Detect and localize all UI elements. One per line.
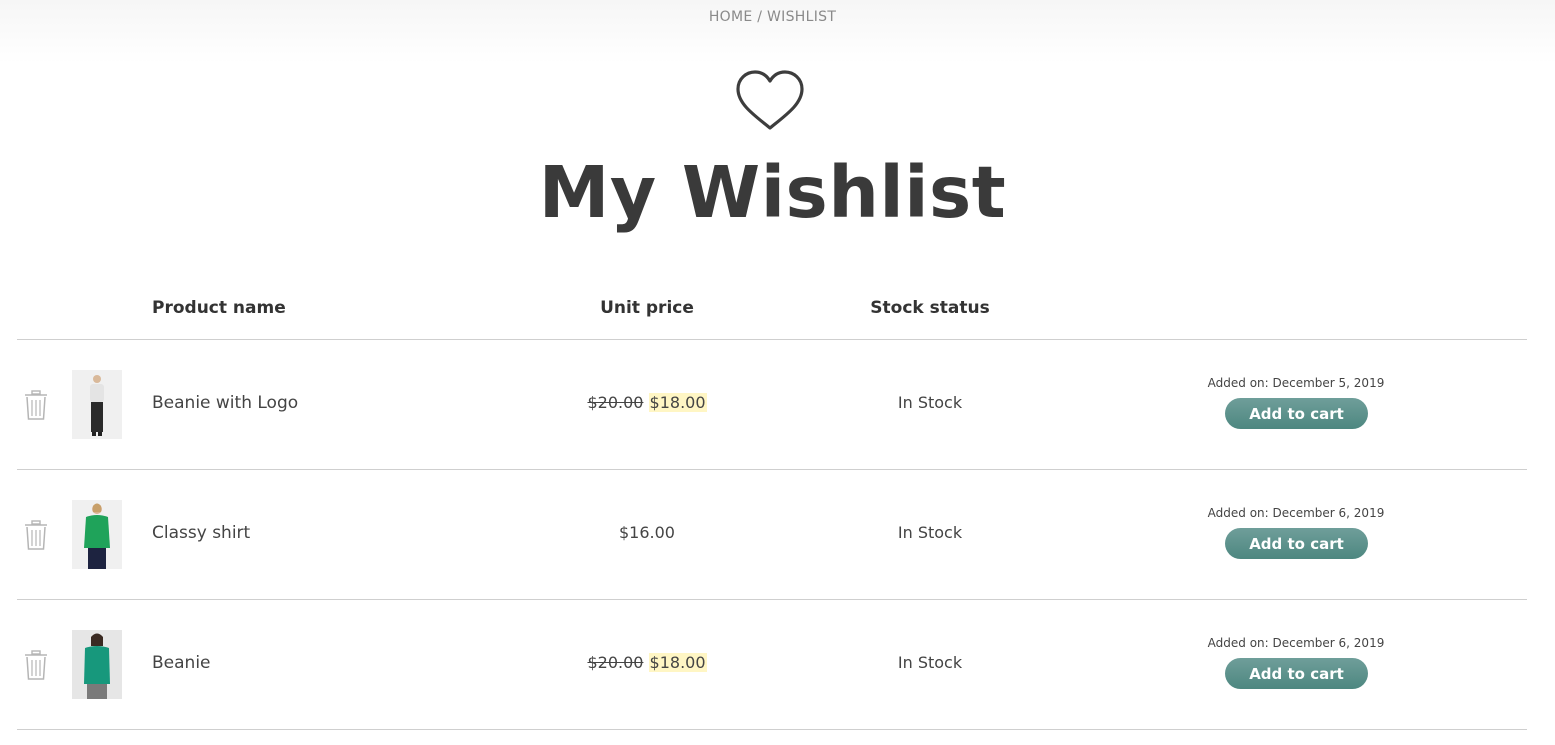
- added-date: Added on: December 5, 2019: [1207, 376, 1385, 390]
- breadcrumb-separator: /: [752, 9, 768, 25]
- product-name-link[interactable]: Classy shirt: [152, 523, 250, 543]
- table-divider: [17, 729, 1527, 730]
- unit-price: $20.00 $18.00: [547, 393, 747, 412]
- breadcrumb: HOME / WISHLIST: [0, 9, 1545, 25]
- table-row: Beanie with Logo $20.00 $18.00 In Stock …: [0, 340, 1555, 470]
- unit-price: $20.00 $18.00: [547, 653, 747, 672]
- product-name-link[interactable]: Beanie with Logo: [152, 393, 298, 413]
- sale-price: $18.00: [648, 393, 707, 412]
- unit-price: $16.00: [547, 523, 747, 542]
- page-title: My Wishlist: [538, 151, 1007, 234]
- product-thumbnail[interactable]: [72, 630, 122, 699]
- stock-status: In Stock: [897, 653, 963, 672]
- table-row: Classy shirt $16.00 In Stock Added on: D…: [0, 470, 1555, 600]
- added-date: Added on: December 6, 2019: [1207, 506, 1385, 520]
- product-thumbnail[interactable]: [72, 370, 122, 439]
- heart-icon: [736, 70, 804, 130]
- product-thumbnail[interactable]: [72, 500, 122, 569]
- product-name-link[interactable]: Beanie: [152, 653, 211, 673]
- add-to-cart-button[interactable]: Add to cart: [1225, 658, 1368, 689]
- column-header-product-name: Product name: [152, 298, 286, 318]
- add-to-cart-button[interactable]: Add to cart: [1225, 398, 1368, 429]
- original-price: $20.00: [587, 653, 644, 672]
- breadcrumb-current: WISHLIST: [767, 9, 837, 25]
- stock-status: In Stock: [897, 523, 963, 542]
- stock-status: In Stock: [897, 393, 963, 412]
- price: $16.00: [619, 523, 675, 542]
- added-date: Added on: December 6, 2019: [1207, 636, 1385, 650]
- column-header-stock-status: Stock status: [870, 298, 990, 318]
- table-row: Beanie $20.00 $18.00 In Stock Added on: …: [0, 600, 1555, 730]
- trash-icon[interactable]: [24, 520, 48, 550]
- column-header-unit-price: Unit price: [600, 298, 694, 318]
- add-to-cart-button[interactable]: Add to cart: [1225, 528, 1368, 559]
- trash-icon[interactable]: [24, 650, 48, 680]
- trash-icon[interactable]: [24, 390, 48, 420]
- sale-price: $18.00: [648, 653, 707, 672]
- original-price: $20.00: [587, 393, 644, 412]
- breadcrumb-home-link[interactable]: HOME: [709, 9, 753, 25]
